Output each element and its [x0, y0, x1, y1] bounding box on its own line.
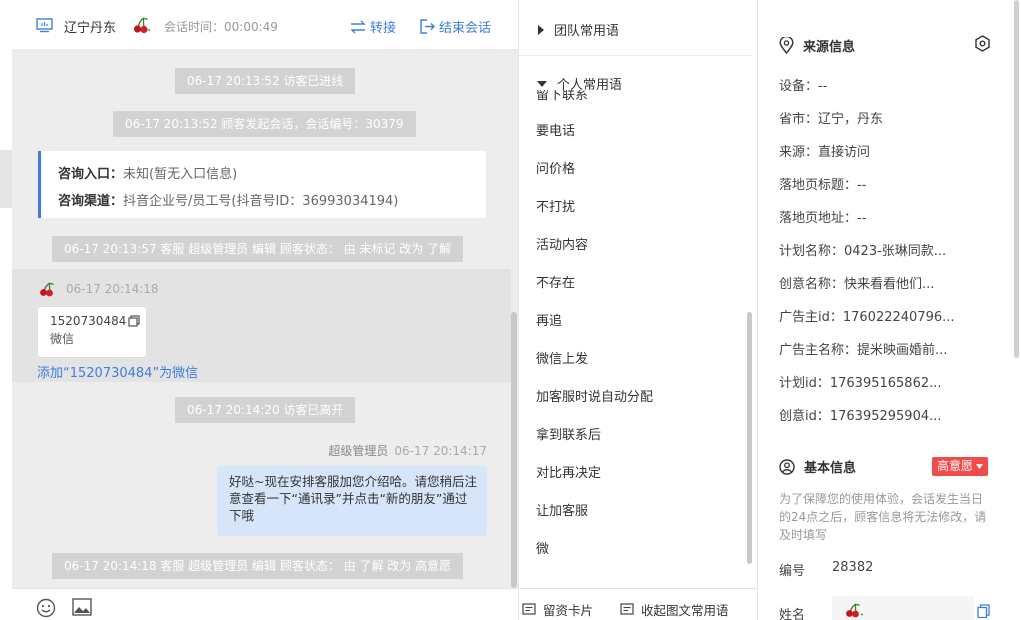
- visitor-message: 06-17 20:14:18 1520730484 微信 添加“15207304…: [12, 269, 511, 382]
- source-row-device: 设备：--: [779, 79, 828, 94]
- chat-workspace: 辽宁丹东 会话时间：00:00:49 转接 结束会话 06-17 20:13:5…: [0, 0, 1021, 620]
- add-wechat-link[interactable]: 添加“1520730484”为微信: [37, 362, 198, 381]
- copy-icon[interactable]: [977, 604, 990, 618]
- message-time: 06-17 20:14:18: [66, 282, 159, 296]
- phrase-item[interactable]: 不存在: [536, 272, 575, 291]
- end-session-label: 结束会话: [439, 21, 492, 36]
- card-icon: [522, 603, 536, 615]
- phrase-scrollbar[interactable]: [747, 312, 752, 564]
- cherry-avatar-icon: [133, 17, 150, 34]
- source-row-origin: 来源：直接访问: [779, 145, 871, 160]
- phrase-item[interactable]: 对比再决定: [536, 462, 601, 481]
- phrase-item[interactable]: 微信上发: [536, 348, 588, 367]
- source-row-plan-id: 计划id：176395165862...: [779, 376, 942, 391]
- customer-id-value: 28382: [832, 560, 874, 575]
- visitor-name: 辽宁丹东: [64, 21, 117, 36]
- phrase-item[interactable]: 加客服时说自动分配: [536, 386, 653, 405]
- personal-phrase-list: 留下联系 要电话 问价格 不打扰 活动内容 不存在 再追 微信上发 加客服时说自…: [519, 90, 752, 565]
- caret-down-icon: [537, 81, 547, 87]
- phrase-item[interactable]: 问价格: [536, 158, 575, 177]
- customer-info-panel: 来源信息 设备：-- 省市：辽宁，丹东 来源：直接访问 落地页标题：-- 落地页…: [759, 0, 1021, 620]
- chat-messages: 06-17 20:13:52 访客已进线 06-17 20:13:52 顾客发起…: [12, 50, 518, 588]
- transfer-icon: [350, 20, 366, 33]
- exit-icon: [420, 19, 435, 34]
- monitor-icon: [36, 18, 53, 33]
- consult-entry-row: 咨询入口：未知(暂无入口信息): [58, 167, 238, 182]
- left-edge-strip: [0, 150, 12, 208]
- source-row-landing-title: 落地页标题：--: [779, 178, 867, 193]
- lead-card-button[interactable]: 留资卡片: [522, 600, 593, 619]
- phrase-item[interactable]: 不打扰: [536, 196, 575, 215]
- chat-panel: 辽宁丹东 会话时间：00:00:49 转接 结束会话 06-17 20:13:5…: [12, 0, 518, 620]
- chat-scrollbar[interactable]: [511, 312, 517, 588]
- settings-icon[interactable]: [974, 35, 991, 52]
- agent-message-meta: 超级管理员 06-17 20:14:17: [328, 442, 487, 459]
- source-row-advertiser-id: 广告主id：176022240796...: [779, 310, 955, 325]
- source-row-advertiser-name: 广告主名称：提米映画婚前...: [779, 343, 948, 358]
- system-message: 06-17 20:13:52 访客已进线: [175, 68, 356, 94]
- location-pin-icon: [779, 37, 794, 54]
- cherry-avatar-icon: [40, 282, 54, 297]
- personal-phrases-group[interactable]: 个人常用语: [537, 74, 622, 93]
- system-message: 06-17 20:13:57 客服 超级管理员 编辑 顾客状态： 由 未标记 改…: [52, 236, 464, 262]
- intent-level-tag[interactable]: 高意愿: [932, 457, 989, 476]
- system-message: 06-17 20:14:18 客服 超级管理员 编辑 顾客状态： 由 了解 改为…: [52, 553, 464, 579]
- chat-toolbar: [12, 588, 518, 620]
- message-icon: [620, 603, 634, 615]
- transfer-label: 转接: [370, 21, 397, 36]
- phrase-item[interactable]: 让加客服: [536, 500, 588, 519]
- source-row-city: 省市：辽宁，丹东: [779, 112, 884, 127]
- source-info-title: 来源信息: [779, 36, 855, 55]
- consult-source-card: 咨询入口：未知(暂无入口信息) 咨询渠道：抖音企业号/员工号(抖音号ID：369…: [38, 151, 486, 218]
- source-row-creative-id: 创意id：176395295904...: [779, 409, 942, 424]
- chat-header: 辽宁丹东 会话时间：00:00:49 转接 结束会话: [12, 0, 518, 50]
- emoji-icon[interactable]: [36, 598, 56, 618]
- caret-right-icon: [538, 24, 544, 35]
- contact-number: 1520730484: [50, 314, 127, 328]
- phrase-item[interactable]: 要电话: [536, 120, 575, 139]
- contact-card: 1520730484 微信: [37, 306, 147, 358]
- basic-info-title: 基本信息: [779, 457, 856, 476]
- collapse-phrases-button[interactable]: 收起图文常用语: [620, 600, 729, 619]
- info-scrollbar[interactable]: [1014, 0, 1019, 358]
- customer-name-label: 姓名: [779, 608, 806, 620]
- user-icon: [779, 458, 795, 475]
- session-time: 会话时间：00:00:49: [164, 20, 278, 34]
- edit-hint: 为了保障您的使用体验，会话发生当日的24点之后，顾客信息将无法修改，请及时填写: [779, 492, 987, 542]
- transfer-button[interactable]: 转接: [350, 17, 396, 36]
- customer-name-field[interactable]: [832, 596, 974, 620]
- team-phrases-group[interactable]: 团队常用语: [537, 20, 619, 39]
- agent-name: 超级管理员: [328, 444, 389, 458]
- phrase-item[interactable]: 再追: [536, 310, 562, 329]
- agent-message-bubble: 好哒~现在安排客服加您介绍哈。请您稍后注意查看一下“通讯录”并点击“新的朋友”通…: [217, 466, 487, 536]
- system-message: 06-17 20:13:52 顾客发起会话，会话编号：30379: [113, 111, 416, 137]
- message-time: 06-17 20:14:17: [394, 444, 487, 458]
- divider: [519, 55, 752, 56]
- phrase-item[interactable]: 微: [536, 538, 549, 557]
- copy-icon[interactable]: [128, 315, 140, 327]
- image-icon[interactable]: [72, 598, 92, 616]
- phrase-item[interactable]: 活动内容: [536, 234, 588, 253]
- system-message: 06-17 20:14:20 访客已离开: [175, 397, 356, 423]
- phrases-panel: 团队常用语 留下联系 要电话 问价格 不打扰 活动内容 不存在 再追 微信上发 …: [518, 0, 758, 620]
- source-row-plan-name: 计划名称：0423-张琳同款...: [779, 244, 947, 259]
- source-row-creative-name: 创意名称：快来看看他们...: [779, 277, 935, 292]
- consult-channel-row: 咨询渠道：抖音企业号/员工号(抖音号ID：36993034194): [58, 194, 399, 209]
- caret-down-icon: [976, 464, 984, 469]
- end-session-button[interactable]: 结束会话: [420, 17, 491, 36]
- contact-type: 微信: [50, 332, 75, 346]
- cherry-avatar-icon: [846, 603, 863, 618]
- source-row-landing-url: 落地页地址：--: [779, 211, 867, 226]
- customer-id-label: 编号: [779, 564, 806, 579]
- phrase-toolbar: 留资卡片 收起图文常用语: [519, 588, 757, 620]
- phrase-item[interactable]: 拿到联系后: [536, 424, 601, 443]
